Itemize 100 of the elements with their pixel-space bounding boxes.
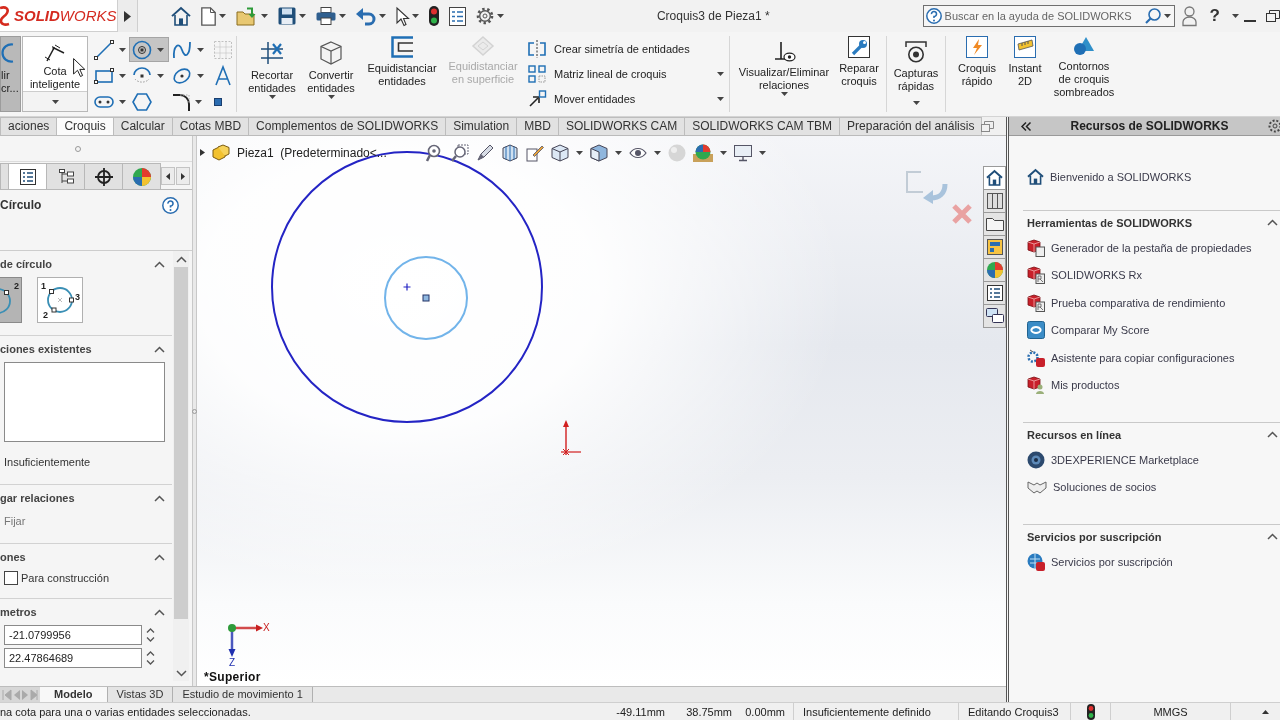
undo-arrow-icon[interactable] [356, 7, 376, 25]
search-field[interactable]: Buscar en la ayuda de SOLIDWORKS [922, 5, 1175, 27]
ribbon-tab[interactable]: Complementos de SOLIDWORKS [248, 117, 447, 135]
caret-icon[interactable] [1163, 14, 1171, 18]
triangle-up-icon[interactable] [1262, 709, 1269, 714]
scrollbar-thumb[interactable] [174, 267, 188, 619]
gear-badge-icon[interactable] [1027, 348, 1045, 367]
eye-tile-icon[interactable] [1027, 321, 1045, 340]
ribbon-tab[interactable]: MBD [516, 117, 559, 135]
panel-tab[interactable] [84, 163, 123, 189]
caret-icon[interactable] [119, 99, 126, 104]
magnifier-frame-icon[interactable] [451, 144, 469, 162]
resource-link[interactable]: Comparar My Score [1051, 324, 1150, 337]
cube-page-icon[interactable] [1027, 293, 1045, 312]
ribbon-tab[interactable]: Cotas MBD [171, 117, 250, 135]
help-button[interactable]: ? [1209, 6, 1220, 26]
chevron-up-icon[interactable] [154, 260, 165, 268]
section-cube-icon[interactable] [501, 144, 519, 162]
caret-icon[interactable] [339, 14, 346, 18]
help-icon[interactable] [162, 196, 179, 214]
caret-icon[interactable] [261, 14, 268, 18]
resource-link[interactable]: Bienvenido a SOLIDWORKS [1050, 171, 1192, 183]
caret-icon[interactable] [497, 14, 504, 18]
caret-icon[interactable] [268, 95, 276, 99]
ribbon-button[interactable]: Instant 2D [1005, 36, 1045, 90]
ribbon-button[interactable]: Convertir entidades [302, 36, 360, 106]
resource-link[interactable]: Soluciones de socios [1053, 481, 1157, 494]
caret-icon[interactable] [912, 101, 920, 105]
resource-link[interactable]: Prueba comparativa de rendimiento [1051, 296, 1226, 309]
view-tab[interactable]: Estudio de movimiento 1 [173, 687, 313, 702]
restore-icon[interactable] [1266, 10, 1280, 22]
globe-badge-icon[interactable] [1027, 552, 1045, 571]
task-pane-tab[interactable] [983, 212, 1006, 236]
relation-option[interactable]: Fijar [4, 511, 172, 531]
triangle-right-icon[interactable] [124, 10, 131, 22]
chevron-down-icon[interactable] [175, 669, 187, 677]
ribbon-button[interactable]: Capturas rápidas [890, 36, 942, 112]
units-label[interactable]: MMGS [1110, 702, 1230, 720]
caret-icon[interactable] [219, 14, 226, 18]
caret-icon[interactable] [197, 47, 204, 52]
caret-icon[interactable] [379, 14, 386, 18]
resource-link[interactable]: Mis productos [1051, 379, 1120, 392]
property-list-icon[interactable] [19, 168, 36, 185]
view-tab[interactable]: Modelo [40, 687, 108, 702]
caret-icon[interactable] [157, 47, 164, 52]
caret-icon[interactable] [412, 14, 419, 18]
scene-sphere-icon[interactable] [693, 144, 713, 162]
ribbon-tab[interactable]: aciones [0, 117, 58, 135]
caret-icon[interactable] [195, 99, 202, 104]
search-icon[interactable] [1144, 8, 1161, 24]
number-field[interactable]: -21.0799956 [4, 625, 142, 645]
gear-icon[interactable] [476, 7, 494, 25]
help-icon[interactable] [925, 8, 942, 24]
panel-tab[interactable] [8, 163, 47, 189]
home-icon[interactable] [1027, 169, 1044, 185]
blocks-icon[interactable] [212, 144, 230, 161]
gear-icon[interactable] [1268, 119, 1280, 133]
caret-icon[interactable] [780, 92, 788, 96]
scroll-left-button[interactable] [161, 167, 175, 185]
document-icon[interactable] [201, 6, 216, 26]
ribbon-button[interactable]: Contornos de croquis sombreados [1049, 36, 1119, 101]
cube-icon[interactable] [551, 144, 569, 162]
printer-icon[interactable] [316, 7, 336, 25]
caret-icon[interactable] [299, 14, 306, 18]
caret-icon[interactable] [327, 95, 335, 99]
checklist-icon[interactable] [449, 6, 466, 26]
color-sphere-icon[interactable] [132, 167, 151, 186]
chevron-up-icon[interactable] [154, 553, 165, 561]
resource-link[interactable]: 3DEXPERIENCE Marketplace [1051, 453, 1199, 466]
chevron-up-icon[interactable] [175, 255, 187, 263]
ribbon-button[interactable]: Croquis rápido [953, 36, 1001, 90]
exit-sketch-button[interactable]: lir cr... [0, 36, 21, 112]
double-chevron-left-icon[interactable] [1021, 121, 1031, 131]
caret-icon[interactable] [51, 99, 59, 104]
spinner-arrows-icon[interactable] [146, 650, 155, 666]
triangle-right-icon[interactable] [200, 149, 205, 156]
ring-disc-icon[interactable] [1027, 450, 1045, 469]
circle-type-button[interactable]: 2 [0, 277, 22, 323]
cube-page-icon[interactable] [1027, 266, 1045, 285]
handle-dot-icon[interactable] [75, 145, 81, 152]
checkbox[interactable] [4, 571, 18, 585]
relations-list[interactable] [4, 362, 165, 442]
ribbon-tab[interactable]: Croquis [56, 117, 114, 135]
caret-icon[interactable] [759, 151, 766, 155]
caret-icon[interactable] [119, 47, 126, 52]
resource-link[interactable]: SOLIDWORKS Rx [1051, 269, 1143, 282]
ribbon-tab[interactable]: Simulation [445, 117, 518, 135]
caret-icon[interactable] [197, 73, 204, 78]
chevron-up-icon[interactable] [154, 345, 165, 353]
handle-dot-icon[interactable] [192, 408, 197, 414]
caret-icon[interactable] [576, 151, 583, 155]
caret-icon[interactable] [1232, 14, 1239, 18]
folder-icon[interactable] [985, 217, 1004, 231]
ribbon-list-button[interactable]: Crear simetría de entidades [526, 36, 726, 62]
cube-page-icon[interactable] [1027, 238, 1045, 257]
chevron-up-icon[interactable] [154, 494, 165, 502]
chevron-up-icon[interactable] [1267, 533, 1278, 540]
caret-icon[interactable] [720, 151, 727, 155]
ribbon-list-button[interactable]: Mover entidades [526, 86, 726, 112]
eye-icon[interactable] [629, 146, 647, 160]
